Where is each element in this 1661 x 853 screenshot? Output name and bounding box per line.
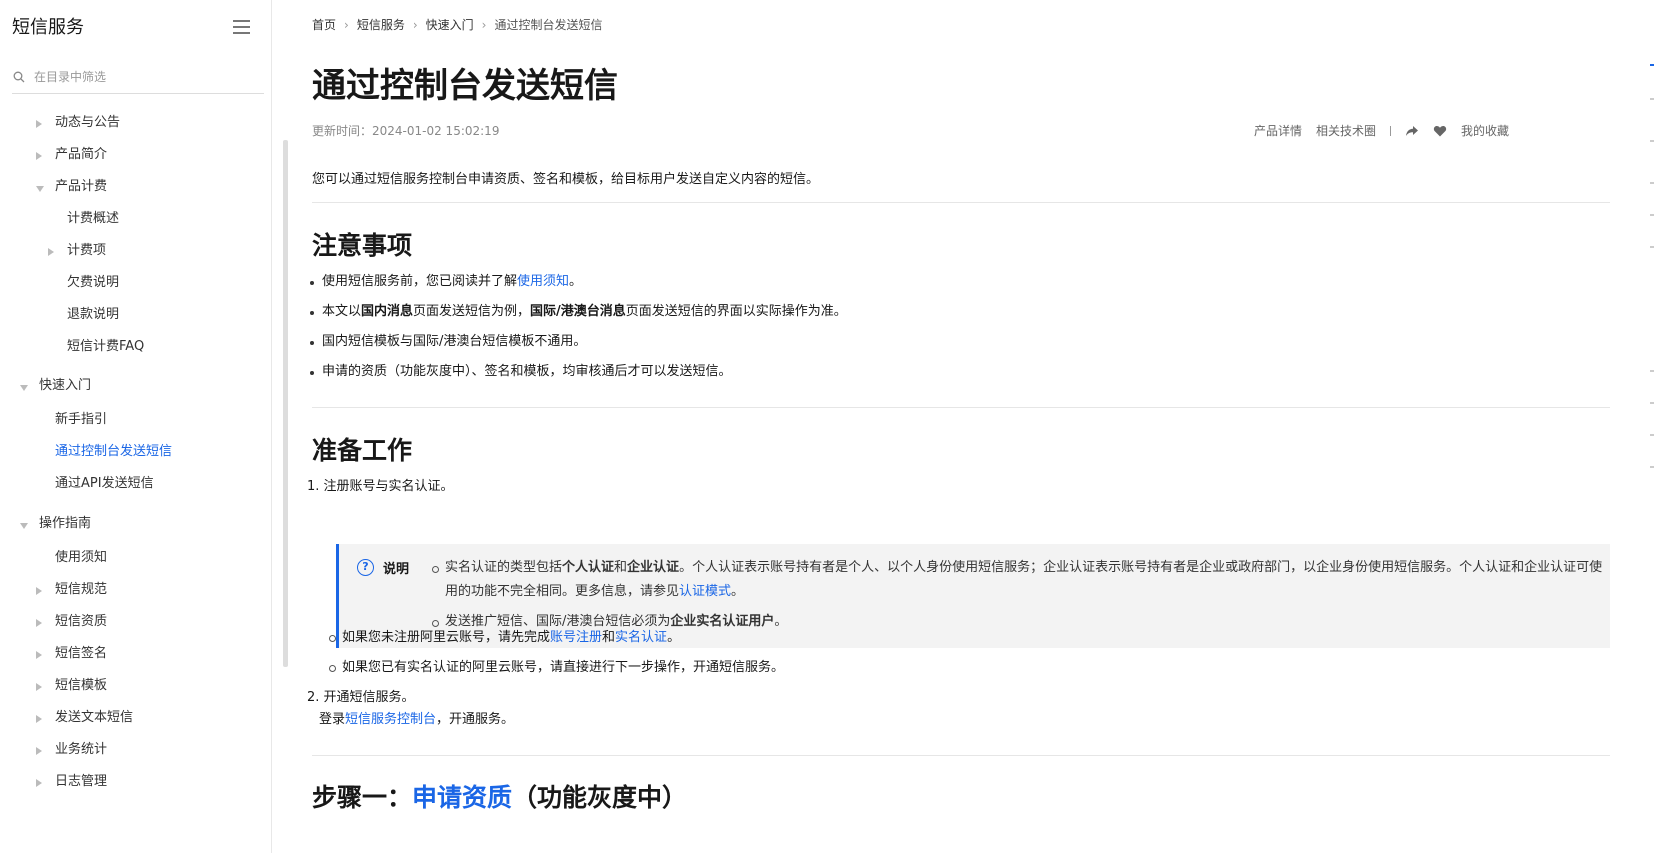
sidebar-title: 短信服务 — [12, 17, 84, 38]
breadcrumb-sms[interactable]: 短信服务 — [357, 16, 405, 33]
caret-down-icon — [36, 186, 44, 192]
toc-dot[interactable] — [1650, 214, 1654, 216]
sidebar-item[interactable]: 动态与公告 — [36, 112, 120, 134]
breadcrumb-home[interactable]: 首页 — [312, 16, 336, 33]
toc-dot[interactable] — [1650, 402, 1654, 404]
toc-dot[interactable] — [1650, 246, 1654, 248]
search-input[interactable] — [34, 66, 254, 88]
search-icon — [13, 71, 25, 83]
caret-right-icon — [36, 587, 42, 595]
caret-right-icon — [36, 779, 42, 787]
sidebar-item[interactable]: 日志管理 — [36, 771, 107, 793]
toc-dot[interactable] — [1650, 140, 1654, 142]
divider — [1389, 125, 1391, 136]
caret-right-icon — [36, 152, 42, 160]
auth-mode-link[interactable]: 认证模式 — [679, 584, 731, 599]
toc-dot[interactable] — [1650, 182, 1654, 184]
toc-dot-active[interactable] — [1650, 64, 1654, 66]
doc-toolbar: 产品详情 相关技术圈 我的收藏 — [1254, 122, 1509, 139]
account-register-link[interactable]: 账号注册 — [550, 630, 602, 645]
step-item: 1. 注册账号与实名认证。 — [307, 479, 454, 494]
intro-text: 您可以通过短信服务控制台申请资质、签名和模板，给目标用户发送自定义内容的短信。 — [312, 172, 820, 187]
sidebar-search — [12, 64, 264, 94]
sidebar-item[interactable]: 快速入门 — [20, 375, 91, 397]
sidebar-item[interactable]: 退款说明 — [67, 304, 119, 326]
sidebar-item[interactable]: 通过API发送短信 — [55, 473, 154, 495]
caret-right-icon — [36, 120, 42, 128]
tech-circle-link[interactable]: 相关技术圈 — [1316, 122, 1376, 139]
sidebar-item[interactable]: 产品计费 — [36, 176, 107, 198]
sidebar-item[interactable]: 短信规范 — [36, 579, 107, 601]
section-heading-step-one: 步骤一：申请资质（功能灰度中） — [312, 783, 688, 812]
list-item: 使用短信服务前，您已阅读并了解使用须知。 — [309, 272, 582, 292]
list-item: 本文以国内消息页面发送短信为例，国际/港澳台消息页面发送短信的界面以实际操作为准… — [310, 302, 847, 322]
list-item: 如果您已有实名认证的阿里云账号，请直接进行下一步操作，开通短信服务。 — [328, 658, 784, 678]
menu-icon[interactable] — [233, 20, 250, 34]
caret-right-icon — [36, 747, 42, 755]
list-item: 如果您未注册阿里云账号，请先完成账号注册和实名认证。 — [328, 628, 680, 648]
real-name-auth-link[interactable]: 实名认证 — [615, 630, 667, 645]
heart-icon[interactable] — [1433, 124, 1447, 138]
sms-console-link[interactable]: 短信服务控制台 — [345, 712, 436, 727]
caret-right-icon — [36, 683, 42, 691]
list-item: 国内短信模板与国际/港澳台短信模板不通用。 — [309, 332, 586, 352]
sidebar-item-active[interactable]: 通过控制台发送短信 — [55, 441, 172, 463]
toc-rail — [1638, 0, 1661, 853]
chevron-right-icon: › — [344, 17, 349, 32]
sidebar-item[interactable]: 使用须知 — [55, 547, 107, 569]
sidebar-item[interactable]: 业务统计 — [36, 739, 107, 761]
step-detail: 登录短信服务控制台，开通服务。 — [319, 712, 515, 727]
section-heading-notice: 注意事项 — [312, 231, 413, 260]
list-item: 申请的资质（功能灰度中）、签名和模板，均审核通后才可以发送短信。 — [310, 362, 732, 382]
sidebar-scrollbar[interactable] — [283, 140, 288, 667]
breadcrumb: 首页 › 短信服务 › 快速入门 › 通过控制台发送短信 — [312, 16, 603, 33]
usage-notice-link[interactable]: 使用须知 — [517, 274, 569, 289]
sidebar-item[interactable]: 计费概述 — [67, 208, 119, 230]
product-detail-link[interactable]: 产品详情 — [1254, 122, 1302, 139]
sidebar-item[interactable]: 短信计费FAQ — [67, 336, 144, 358]
sidebar-item[interactable]: 新手指引 — [55, 409, 107, 431]
sidebar: 短信服务 动态与公告 产品简介 产品计费 计费概述 计费项 欠费说明 退款说明 … — [0, 0, 272, 853]
toc-dot[interactable] — [1650, 434, 1654, 436]
share-icon[interactable] — [1405, 124, 1419, 138]
sidebar-item[interactable]: 短信模板 — [36, 675, 107, 697]
toc-dot[interactable] — [1650, 98, 1654, 100]
sidebar-item[interactable]: 发送文本短信 — [36, 707, 133, 729]
sidebar-item[interactable]: 计费项 — [48, 240, 106, 262]
sidebar-item[interactable]: 操作指南 — [20, 513, 91, 535]
question-icon: ? — [357, 559, 374, 576]
caret-down-icon — [20, 385, 28, 391]
caret-right-icon — [36, 619, 42, 627]
sidebar-item[interactable]: 短信签名 — [36, 643, 107, 665]
apply-qualification-link[interactable]: 申请资质 — [412, 783, 512, 812]
divider — [312, 407, 1610, 408]
updated-time: 更新时间：2024-01-02 15:02:19 — [312, 124, 500, 138]
step-item: 2. 开通短信服务。 — [307, 690, 415, 705]
divider — [312, 202, 1610, 203]
note-body: 实名认证的类型包括个人认证和企业认证。个人认证表示账号持有者是个人、以个人身份使… — [432, 556, 1605, 634]
toc-dot[interactable] — [1650, 466, 1654, 468]
sidebar-item[interactable]: 短信资质 — [36, 611, 107, 633]
sidebar-item[interactable]: 欠费说明 — [67, 272, 119, 294]
my-favorites-link[interactable]: 我的收藏 — [1461, 122, 1509, 139]
caret-right-icon — [36, 651, 42, 659]
breadcrumb-current: 通过控制台发送短信 — [494, 18, 603, 32]
main-content: 首页 › 短信服务 › 快速入门 › 通过控制台发送短信 通过控制台发送短信 更… — [307, 0, 1612, 853]
divider — [312, 755, 1610, 756]
sidebar-item[interactable]: 产品简介 — [36, 144, 107, 166]
chevron-right-icon: › — [481, 17, 487, 32]
note-item: 实名认证的类型包括个人认证和企业认证。个人认证表示账号持有者是个人、以个人身份使… — [432, 556, 1605, 604]
toc-dot[interactable] — [1650, 370, 1654, 372]
breadcrumb-quickstart[interactable]: 快速入门 — [426, 16, 474, 33]
caret-right-icon — [48, 248, 54, 256]
note-label: 说明 — [383, 562, 410, 577]
section-heading-prep: 准备工作 — [312, 436, 413, 465]
page-title: 通过控制台发送短信 — [312, 66, 618, 106]
chevron-right-icon: › — [412, 17, 418, 32]
sidebar-header: 短信服务 — [12, 14, 262, 42]
caret-down-icon — [20, 523, 28, 529]
caret-right-icon — [36, 715, 42, 723]
